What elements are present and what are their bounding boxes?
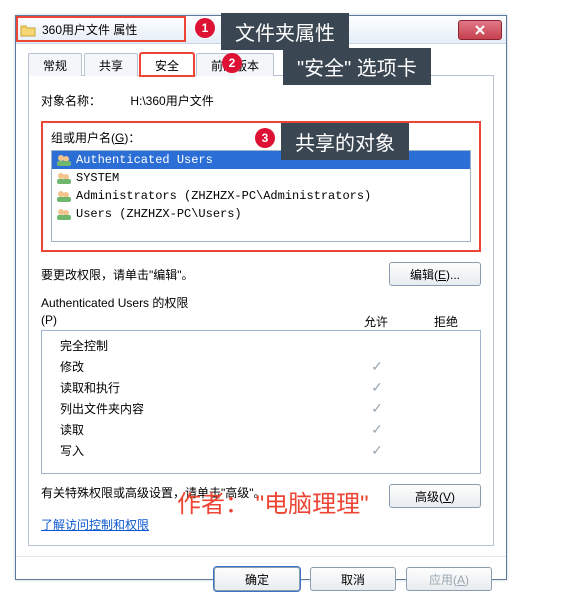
perm-row: 读取 ✓ bbox=[42, 419, 480, 440]
perm-row: 完全控制 bbox=[42, 335, 480, 356]
check-icon: ✓ bbox=[346, 379, 408, 396]
users-icon bbox=[56, 153, 72, 167]
annotation-badge-3: 3 bbox=[255, 128, 275, 148]
close-icon bbox=[474, 25, 486, 35]
perm-name: 完全控制 bbox=[52, 337, 346, 354]
object-name-label: 对象名称： bbox=[41, 92, 127, 109]
annotation-label-3: 共享的对象 bbox=[281, 123, 409, 160]
perm-name: 读取 bbox=[52, 421, 346, 438]
users-icon bbox=[56, 189, 72, 203]
list-item-label: Users (ZHZHZX-PC\Users) bbox=[76, 207, 242, 221]
col-deny: 拒绝 bbox=[411, 313, 481, 330]
perm-row: 修改 ✓ bbox=[42, 356, 480, 377]
dialog-body: 常规 共享 安全 前的版本 自定义 对象名称： H:\360用户文件 组或用户名… bbox=[16, 44, 506, 556]
permissions-header: (P) 允许 拒绝 bbox=[41, 313, 481, 330]
edit-button[interactable]: 编辑(E)... bbox=[389, 262, 481, 286]
list-item[interactable]: Users (ZHZHZX-PC\Users) bbox=[52, 205, 470, 223]
object-name-row: 对象名称： H:\360用户文件 bbox=[41, 92, 481, 109]
perm-row: 列出文件夹内容 ✓ bbox=[42, 398, 480, 419]
perm-row: 读取和执行 ✓ bbox=[42, 377, 480, 398]
apply-button[interactable]: 应用(A) bbox=[406, 567, 492, 591]
perm-name: 读取和执行 bbox=[52, 379, 346, 396]
list-item-label: SYSTEM bbox=[76, 171, 119, 185]
check-icon: ✓ bbox=[346, 358, 408, 375]
tab-security[interactable]: 安全 bbox=[140, 53, 194, 76]
tab-sharing[interactable]: 共享 bbox=[84, 53, 138, 76]
list-item-label: Authenticated Users bbox=[76, 153, 213, 167]
edit-hint: 要更改权限，请单击"编辑"。 bbox=[41, 266, 194, 283]
edit-row: 要更改权限，请单击"编辑"。 编辑(E)... bbox=[41, 262, 481, 286]
advanced-button[interactable]: 高级(V) bbox=[389, 484, 481, 508]
dialog-buttons: 确定 取消 应用(A) bbox=[16, 556, 506, 601]
annotation-badge-1: 1 bbox=[195, 18, 215, 38]
close-button[interactable] bbox=[458, 20, 502, 40]
users-icon bbox=[56, 171, 72, 185]
ok-button[interactable]: 确定 bbox=[214, 567, 300, 591]
col-allow: 允许 bbox=[341, 313, 411, 330]
annotation-label-2: "安全" 选项卡 bbox=[283, 48, 431, 85]
help-link[interactable]: 了解访问控制和权限 bbox=[41, 518, 149, 532]
cancel-button[interactable]: 取消 bbox=[310, 567, 396, 591]
permissions-title: Authenticated Users 的权限 bbox=[41, 294, 481, 311]
perm-row: 写入 ✓ bbox=[42, 440, 480, 461]
perm-name: 修改 bbox=[52, 358, 346, 375]
check-icon: ✓ bbox=[346, 442, 408, 459]
perm-name: 写入 bbox=[52, 442, 346, 459]
folder-icon bbox=[20, 23, 36, 37]
perm-name: 列出文件夹内容 bbox=[52, 400, 346, 417]
permissions-list[interactable]: 完全控制 修改 ✓ 读取和执行 ✓ 列出文件夹内容 ✓ bbox=[41, 330, 481, 474]
annotation-badge-2: 2 bbox=[222, 53, 242, 73]
tab-general[interactable]: 常规 bbox=[28, 53, 82, 76]
author-watermark: 作者： "电脑理理" bbox=[177, 484, 369, 519]
user-list[interactable]: Authenticated Users SYSTEM Administrator… bbox=[51, 150, 471, 242]
list-item[interactable]: Administrators (ZHZHZX-PC\Administrators… bbox=[52, 187, 470, 205]
list-item-label: Administrators (ZHZHZX-PC\Administrators… bbox=[76, 189, 371, 203]
users-icon bbox=[56, 207, 72, 221]
check-icon: ✓ bbox=[346, 400, 408, 417]
object-name-value: H:\360用户文件 bbox=[130, 94, 213, 108]
annotation-label-1: 文件夹属性 bbox=[221, 13, 349, 50]
check-icon: ✓ bbox=[346, 421, 408, 438]
list-item[interactable]: SYSTEM bbox=[52, 169, 470, 187]
